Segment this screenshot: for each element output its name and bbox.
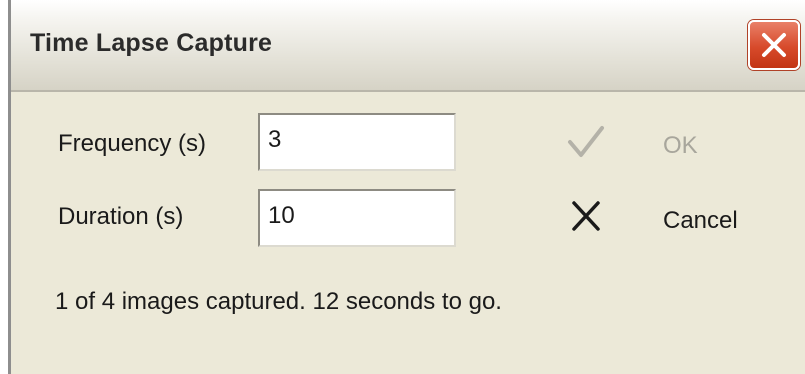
status-text: 1 of 4 images captured. 12 seconds to go… [55,288,502,315]
title-bar[interactable]: Time Lapse Capture [11,0,805,92]
close-button[interactable] [748,20,800,70]
frequency-field[interactable]: 3 [258,113,456,171]
x-icon [572,201,600,231]
frequency-label: Frequency (s) [58,130,207,157]
cancel-button-label: Cancel [663,207,738,234]
duration-label: Duration (s) [58,203,184,230]
time-lapse-dialog: Time Lapse Capture Frequency (s) 3 Durat… [8,0,805,374]
close-icon [762,33,786,57]
ok-button-label: OK [663,132,698,159]
duration-field[interactable]: 10 [258,189,456,247]
checkmark-icon [568,126,604,157]
window-title: Time Lapse Capture [30,29,273,57]
ok-button[interactable]: OK [566,122,756,172]
cancel-button[interactable]: Cancel [566,197,756,247]
